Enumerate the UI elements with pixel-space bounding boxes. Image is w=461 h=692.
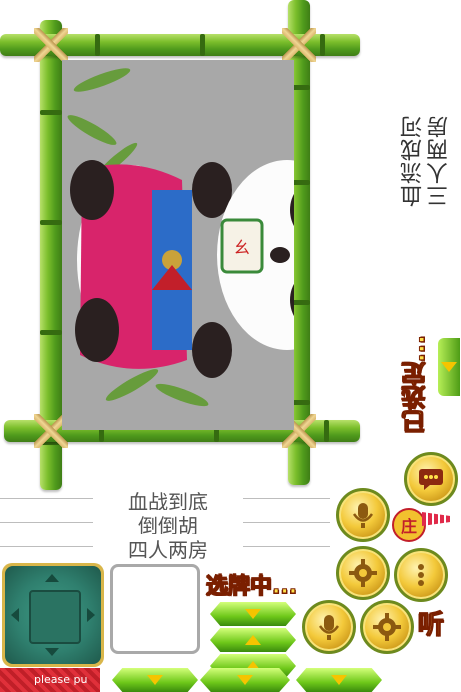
arrow-up-icon [45,574,59,582]
arrow-down-icon [245,609,261,619]
gear-icon [373,613,401,641]
menu-button[interactable] [394,548,448,602]
notice-text: please pu [34,673,88,686]
status-selected-text: 已选定... [402,335,431,435]
room-label-vertical-2: 血流成河 [401,115,426,207]
ting-button[interactable]: 听 [417,604,444,641]
arrow-down-icon [147,675,163,685]
rope-knot-tl [34,28,68,62]
card-slot[interactable] [110,564,200,654]
panda-illustration: 幺 [67,68,294,407]
panda-portrait: 幺 [62,60,294,430]
arrow-down-icon [237,675,253,685]
arrow-down-icon [45,648,59,656]
dots-icon [418,564,424,586]
direction-pad-center [29,590,81,644]
gear-icon [349,559,377,587]
arrow-right-icon [87,608,95,622]
arrow-button-2[interactable] [210,628,296,652]
dealer-flag: 庄 [392,508,426,542]
arrow-button-5[interactable] [296,668,382,692]
status-choosing-text: 选牌中... [205,574,298,600]
voice-button-bottom[interactable] [302,600,356,654]
arrow-down-icon [441,362,457,372]
collapse-tab-button[interactable] [438,338,460,396]
microphone-icon [352,503,374,528]
rope-knot-tr [282,28,316,62]
arrow-button-6[interactable] [200,668,290,692]
direction-pad[interactable] [2,563,104,667]
notice-banner: please pu [0,668,100,692]
microphone-icon [318,615,340,640]
settings-button-bottom[interactable] [360,600,414,654]
voice-button-top[interactable] [336,488,390,542]
arrow-up-icon [245,635,261,645]
svg-text:幺: 幺 [234,238,250,257]
dealer-flag-label: 庄 [400,517,417,536]
settings-button-top[interactable] [336,546,390,600]
room-option-3[interactable]: 四人两房 [93,534,243,563]
flag-streamer-icon [422,512,452,526]
arrow-left-icon [11,608,19,622]
chat-bubble-icon [419,469,443,490]
arrow-down-icon [331,675,347,685]
arrow-button-4[interactable] [112,668,198,692]
arrow-button-1[interactable] [210,602,296,626]
chat-button[interactable] [404,452,458,506]
